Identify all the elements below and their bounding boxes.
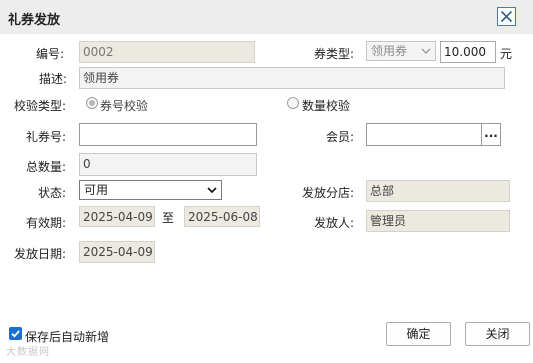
coupon-issue-dialog: 礼券发放 编号: 0002 券类型: 领用券 10.000 元 描述: 领用券 … [0,0,533,363]
branch-field: 总部 [366,180,510,202]
member-label: 会员: [326,130,355,144]
dialog-title: 礼券发放 [8,13,61,28]
issuer-field: 管理员 [366,210,510,232]
valid-to-field[interactable]: 2025-06-08 [184,206,260,227]
number-label: 编号: [36,47,65,61]
verify-by-quantity-label: 数量校验 [302,99,351,113]
auto-new-checkbox[interactable] [9,327,22,340]
coupon-type-label: 券类型: [314,47,355,61]
amount-field[interactable]: 10.000 [440,41,496,63]
member-lookup-button[interactable]: ... [481,123,501,146]
status-label: 状态: [38,186,67,200]
verify-by-number-label: 券号校验 [100,99,149,113]
issue-date-label: 发放日期: [14,247,67,261]
validity-label: 有效期: [26,216,67,230]
validity-to-label: 至 [162,211,175,225]
total-label: 总数量: [26,160,67,174]
title-bar: 礼券发放 [0,0,533,34]
valid-from-field[interactable]: 2025-04-09 [79,206,155,227]
issuer-label: 发放人: [314,216,355,230]
verify-by-quantity-radio[interactable] [287,97,299,109]
close-icon [500,10,513,23]
coupon-type-select[interactable]: 领用券 [366,41,436,61]
watermark: 大数据网 [6,347,50,358]
close-window-button[interactable] [497,7,516,26]
branch-label: 发放分店: [302,186,355,200]
amount-unit: 元 [500,47,513,61]
issue-date-field: 2025-04-09 [79,241,155,263]
ok-button[interactable]: 确定 [386,322,451,346]
verify-by-number-radio[interactable] [86,97,98,109]
checkmark-icon [11,330,20,338]
description-label: 描述: [39,72,68,86]
coupon-no-input[interactable] [79,123,257,146]
member-input[interactable] [366,123,482,146]
verify-type-label: 校验类型: [14,99,67,113]
description-field[interactable]: 领用券 [79,67,505,89]
chevron-down-icon [421,48,431,54]
status-value: 可用 [84,183,109,197]
coupon-no-label: 礼券号: [26,130,67,144]
status-select[interactable]: 可用 [79,180,222,200]
number-field: 0002 [79,41,255,63]
close-button[interactable]: 关闭 [465,322,530,346]
coupon-type-value: 领用券 [371,44,408,58]
chevron-down-icon [207,187,217,193]
total-field: 0 [79,153,257,176]
